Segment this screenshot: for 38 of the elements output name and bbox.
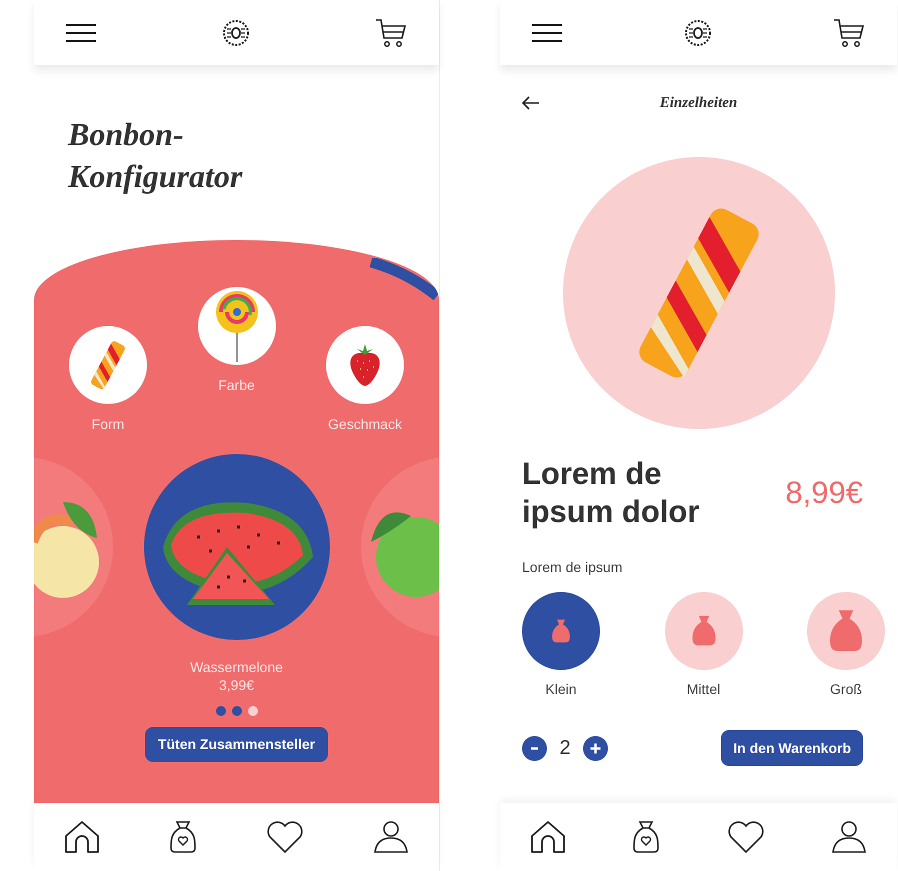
add-to-cart-button[interactable]: In den Warenkorb [721,730,863,766]
bag-icon [690,615,716,647]
product-price: 8,99€ [785,474,863,512]
fruit-name: Wassermelone [190,658,283,676]
back-arrow-icon[interactable] [522,96,540,110]
logo-icon[interactable] [220,18,250,48]
logo-icon[interactable] [682,18,712,48]
category-label: Form [92,415,124,434]
size-label: Klein [545,680,577,699]
option-label: Lorem de ipsum [521,558,624,577]
plus-icon[interactable] [583,736,608,760]
minus-icon[interactable] [522,736,547,760]
bag-icon[interactable] [169,820,197,854]
product-name: Lorem de ipsum dolor [522,455,700,531]
cart-icon[interactable] [375,18,407,48]
bag-icon [828,609,864,653]
page-heading: Einzelheiten [658,94,738,113]
progress-arc [367,258,439,302]
page-title: Bonbon- Konfigurator [68,115,244,196]
bag-icon[interactable] [632,820,660,854]
user-icon[interactable] [373,820,409,854]
menu-icon[interactable] [66,22,96,42]
bag-icon [551,619,571,643]
size-label: Mittel [686,680,720,699]
category-label: Farbe [218,376,255,395]
heart-icon[interactable] [726,820,765,854]
home-icon[interactable] [530,820,566,854]
lollipop-icon [214,290,260,362]
home-icon[interactable] [64,820,100,854]
user-icon[interactable] [830,820,867,854]
menu-icon[interactable] [532,22,562,42]
category-label: Geschmack [328,415,402,434]
fruit-price: 3,99€ [218,676,254,694]
quantity-value: 2 [558,736,572,761]
size-label: Groß [830,680,862,699]
bag-builder-button[interactable]: Tüten Zusammensteller [144,727,328,762]
cart-icon[interactable] [833,18,865,48]
heart-icon[interactable] [266,820,304,854]
